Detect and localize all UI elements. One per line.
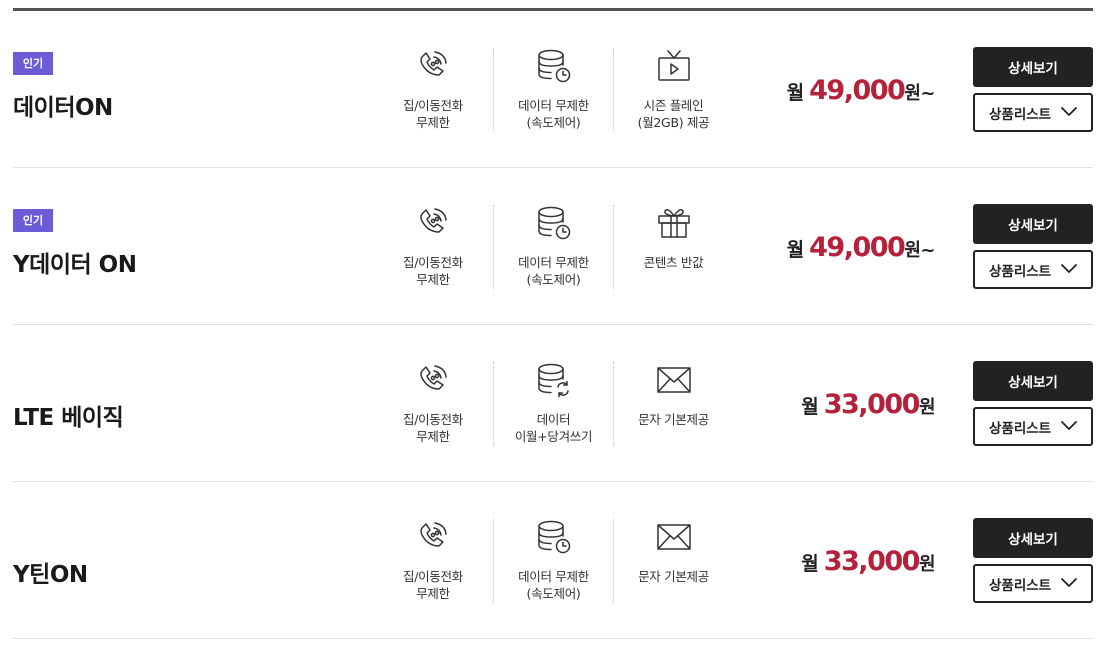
price-suffix: 원~ — [904, 240, 935, 261]
phone-icon — [415, 205, 451, 241]
feature-text: 집/이동전화 무제한 — [403, 569, 463, 601]
plan-row: Y틴ON 집/이동전화 무제한 데이터 무제한 (속도제어) 문자 기본제공 월… — [13, 482, 1093, 639]
price-suffix: 원 — [918, 554, 936, 575]
feature-text: 문자 기본제공 — [638, 569, 709, 584]
detail-button[interactable]: 상세보기 — [973, 47, 1093, 87]
feature-text: 콘텐츠 반값 — [643, 255, 704, 270]
product-list-label: 상품리스트 — [989, 577, 1052, 594]
chevron-down-icon — [1061, 421, 1077, 430]
feature-item: 시즌 플레인 (월2GB) 제공 — [613, 48, 733, 132]
tv-play-icon — [656, 48, 692, 84]
feature-text: 집/이동전화 무제한 — [403, 255, 463, 287]
price-prefix: 월 — [801, 553, 819, 575]
plan-name: LTE 베이직 — [13, 405, 124, 431]
plan-features: 집/이동전화 무제한 데이터 무제한 (속도제어) — [373, 519, 733, 603]
feature-text: 데이터 이월+당겨쓰기 — [514, 412, 593, 444]
data-clock-icon — [536, 519, 572, 555]
price-amount: 49,000 — [809, 75, 906, 106]
product-list-dropdown[interactable]: 상품리스트 — [973, 93, 1093, 132]
product-list-label: 상품리스트 — [989, 263, 1052, 280]
popular-badge: 인기 — [13, 52, 53, 75]
plan-row: 인기 Y데이터 ON 집/이동전화 무제한 데이터 무제한 (속도제어) 콘텐츠… — [13, 168, 1093, 325]
feature-item: 집/이동전화 무제한 — [373, 48, 493, 132]
price-amount: 49,000 — [809, 232, 906, 263]
plan-row: 인기 데이터ON 집/이동전화 무제한 데이터 무제한 (속도제어) 시즌 플레… — [13, 11, 1093, 168]
price-prefix: 월 — [786, 82, 805, 104]
data-clock-icon — [536, 205, 572, 241]
price-amount: 33,000 — [823, 546, 921, 577]
plan-features: 집/이동전화 무제한 데이터 무제한 (속도제어) — [373, 205, 733, 289]
feature-item: 집/이동전화 무제한 — [373, 362, 493, 446]
detail-button[interactable]: 상세보기 — [973, 204, 1093, 244]
product-list-label: 상품리스트 — [989, 420, 1052, 437]
price-suffix: 원 — [918, 397, 936, 418]
data-refresh-icon — [536, 362, 572, 398]
chevron-down-icon — [1061, 264, 1077, 273]
popular-badge: 인기 — [13, 209, 53, 232]
detail-button[interactable]: 상세보기 — [973, 518, 1093, 558]
feature-item: 콘텐츠 반값 — [613, 205, 733, 289]
product-list-label: 상품리스트 — [989, 106, 1052, 123]
feature-text: 문자 기본제공 — [638, 412, 709, 427]
phone-icon — [415, 48, 451, 84]
phone-icon — [415, 519, 451, 555]
product-list-dropdown[interactable]: 상품리스트 — [973, 407, 1093, 446]
feature-item: 문자 기본제공 — [613, 519, 733, 603]
plan-list: 인기 데이터ON 집/이동전화 무제한 데이터 무제한 (속도제어) 시즌 플레… — [13, 8, 1093, 639]
plan-name: 데이터ON — [13, 95, 113, 121]
chevron-down-icon — [1061, 107, 1077, 116]
feature-text: 데이터 무제한 (속도제어) — [518, 255, 589, 287]
plan-price: 월 49,000 원~ — [786, 75, 936, 106]
feature-item: 데이터 무제한 (속도제어) — [493, 48, 613, 132]
feature-item: 집/이동전화 무제한 — [373, 205, 493, 289]
feature-item: 집/이동전화 무제한 — [373, 519, 493, 603]
price-suffix: 원~ — [904, 83, 935, 104]
feature-item: 데이터 이월+당겨쓰기 — [493, 362, 613, 446]
feature-item: 문자 기본제공 — [613, 362, 733, 446]
feature-text: 데이터 무제한 (속도제어) — [518, 569, 589, 601]
plan-price: 월 33,000 원 — [801, 389, 935, 420]
plan-features: 집/이동전화 무제한 데이터 무제한 (속도제어) — [373, 48, 733, 132]
plan-features: 집/이동전화 무제한 데이터 이월+당겨쓰기 문자 기본제공 — [373, 362, 733, 446]
feature-text: 집/이동전화 무제한 — [403, 98, 463, 130]
plan-name: Y틴ON — [13, 562, 88, 588]
feature-text: 데이터 무제한 (속도제어) — [518, 98, 589, 130]
gift-icon — [656, 205, 692, 241]
price-prefix: 월 — [786, 239, 805, 261]
feature-item: 데이터 무제한 (속도제어) — [493, 519, 613, 603]
feature-text: 시즌 플레인 (월2GB) 제공 — [637, 98, 710, 130]
detail-button[interactable]: 상세보기 — [973, 361, 1093, 401]
plan-price: 월 33,000 원 — [801, 546, 935, 577]
price-prefix: 월 — [801, 396, 819, 418]
product-list-dropdown[interactable]: 상품리스트 — [973, 564, 1093, 603]
envelope-icon — [656, 362, 692, 398]
price-amount: 33,000 — [823, 389, 921, 420]
chevron-down-icon — [1061, 578, 1077, 587]
feature-text: 집/이동전화 무제한 — [403, 412, 463, 444]
data-clock-icon — [536, 48, 572, 84]
plan-price: 월 49,000 원~ — [786, 232, 936, 263]
feature-item: 데이터 무제한 (속도제어) — [493, 205, 613, 289]
plan-name: Y데이터 ON — [13, 252, 137, 278]
product-list-dropdown[interactable]: 상품리스트 — [973, 250, 1093, 289]
phone-icon — [415, 362, 451, 398]
envelope-icon — [656, 519, 692, 555]
plan-row: LTE 베이직 집/이동전화 무제한 데이터 이월+당겨쓰기 문자 기본제공 월… — [13, 325, 1093, 482]
